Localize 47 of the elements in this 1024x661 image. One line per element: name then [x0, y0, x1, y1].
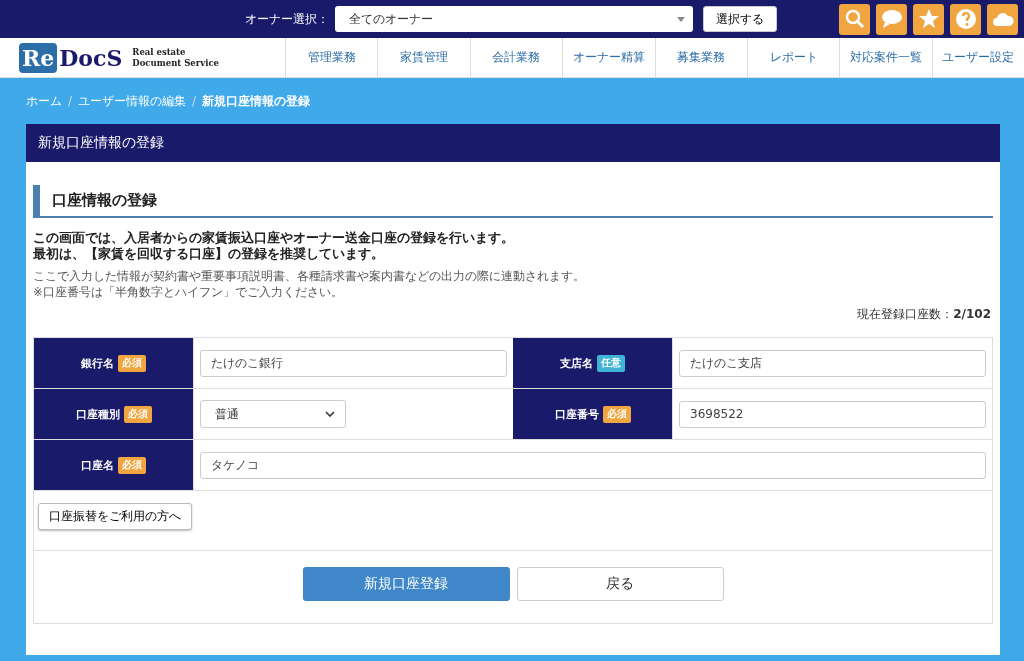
note-text: ここで入力した情報が契約書や重要事項説明書、各種請求書や案内書などの出力の際に連動されます。: [33, 268, 586, 284]
field-tag: 必須: [602, 405, 631, 423]
note-text: ※口座番号は「半角数字とハイフン」でご入力ください。: [33, 284, 344, 300]
account-type-select[interactable]: 普通: [200, 400, 346, 428]
select-button[interactable]: 選択する: [703, 6, 777, 32]
back-button[interactable]: 戻る: [516, 567, 724, 601]
nav-link[interactable]: 募集業務: [654, 38, 747, 77]
field-label: 銀行名: [81, 355, 114, 371]
count-value: 2/102: [953, 307, 991, 321]
input-field[interactable]: タケノコ: [200, 451, 986, 479]
lead-text: 最初は、【家賃を回収する口座】の登録を推奨しています。: [33, 246, 385, 262]
caret-icon: [677, 16, 685, 22]
nav-link[interactable]: オーナー精算: [562, 38, 655, 77]
count-label: 現在登録口座数：: [857, 307, 954, 321]
field-tag: 必須: [123, 405, 152, 423]
chevron-down-icon: [325, 411, 335, 417]
nav-link[interactable]: 家賃管理: [377, 38, 470, 77]
field-label: 支店名: [560, 355, 593, 371]
field-label: 口座名: [81, 457, 114, 473]
nav-link[interactable]: 会計業務: [469, 38, 563, 77]
section-heading: 口座情報の登録: [33, 185, 993, 218]
help-icon[interactable]: [950, 3, 981, 35]
breadcrumb-separator: /: [192, 94, 197, 108]
input-field[interactable]: 3698522: [679, 400, 986, 428]
field-label: 口座種別: [75, 406, 120, 422]
input-field[interactable]: たけのこ支店: [679, 349, 986, 377]
field-tag: 必須: [118, 354, 146, 372]
redocs-logo[interactable]: Re DocS Real estate Document Service: [0, 38, 285, 77]
speech-bubble-icon[interactable]: [876, 3, 907, 35]
field-label: 口座番号: [554, 406, 599, 422]
register-button[interactable]: 新規口座登録: [302, 567, 510, 601]
input-field[interactable]: たけのこ銀行: [200, 349, 507, 377]
current-page-title: 新規口座情報の登録: [202, 92, 311, 110]
field-tag: 必須: [118, 456, 146, 474]
nav-link[interactable]: ユーザー設定: [931, 38, 1024, 77]
search-icon[interactable]: [839, 3, 870, 35]
owner-label: オーナー選択：: [245, 10, 329, 28]
nav-link[interactable]: レポート: [746, 38, 840, 77]
owner-select[interactable]: 全てのオーナー: [335, 6, 693, 32]
breadcrumb-separator: /: [68, 94, 73, 108]
nav-link[interactable]: 管理業務: [285, 38, 378, 77]
panel-title: 新規口座情報の登録: [26, 124, 1000, 162]
lead-text: この画面では、入居者からの家賃振込口座やオーナー送金口座の登録を行います。: [33, 230, 515, 246]
account-transfer-button[interactable]: 口座振替をご利用の方へ: [38, 503, 192, 530]
nav-link[interactable]: 対応案件一覧: [839, 38, 932, 77]
field-tag: 任意: [597, 354, 625, 372]
cloud-icon[interactable]: [987, 3, 1018, 35]
